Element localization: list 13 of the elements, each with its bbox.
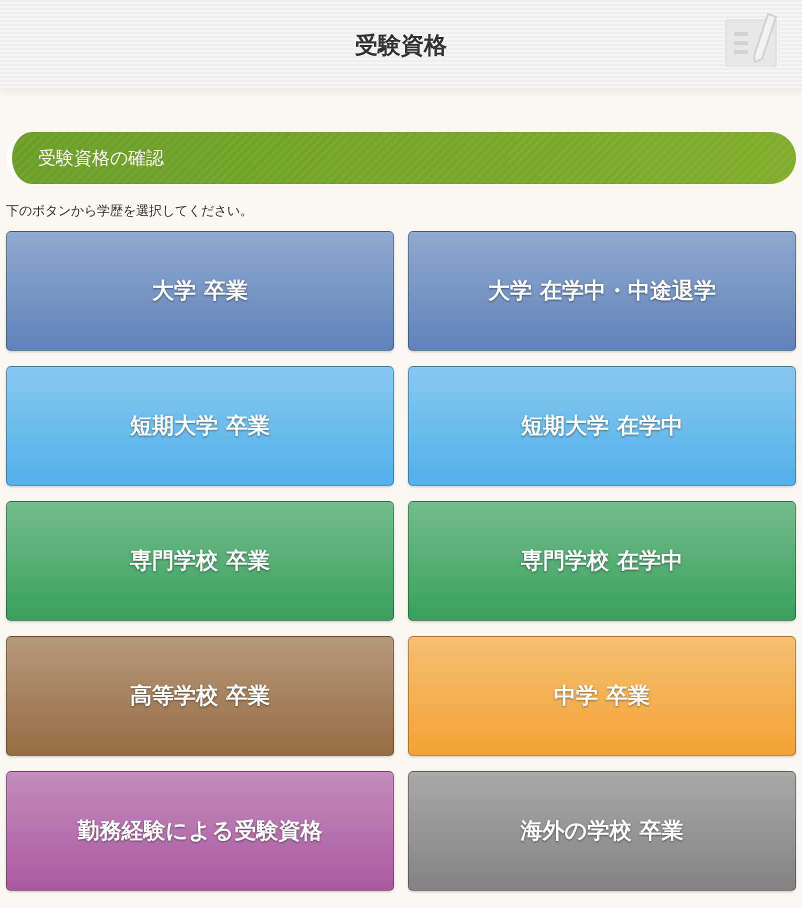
education-option-button[interactable]: 高等学校 卒業 bbox=[6, 636, 394, 756]
section-heading: 受験資格の確認 bbox=[6, 132, 796, 184]
education-option-button[interactable]: 海外の学校 卒業 bbox=[408, 771, 796, 891]
education-option-button[interactable]: 勤務経験による受験資格 bbox=[6, 771, 394, 891]
page-title: 受験資格 bbox=[355, 32, 447, 60]
education-option-button[interactable]: 大学 在学中・中途退学 bbox=[408, 231, 796, 351]
education-option-button[interactable]: 専門学校 在学中 bbox=[408, 501, 796, 621]
education-option-button[interactable]: 専門学校 卒業 bbox=[6, 501, 394, 621]
education-option-button[interactable]: 短期大学 卒業 bbox=[6, 366, 394, 486]
education-option-button[interactable]: 中学 卒業 bbox=[408, 636, 796, 756]
education-option-button[interactable]: 大学 卒業 bbox=[6, 231, 394, 351]
education-option-button[interactable]: 短期大学 在学中 bbox=[408, 366, 796, 486]
instruction-text: 下のボタンから学歴を選択してください。 bbox=[6, 203, 254, 220]
